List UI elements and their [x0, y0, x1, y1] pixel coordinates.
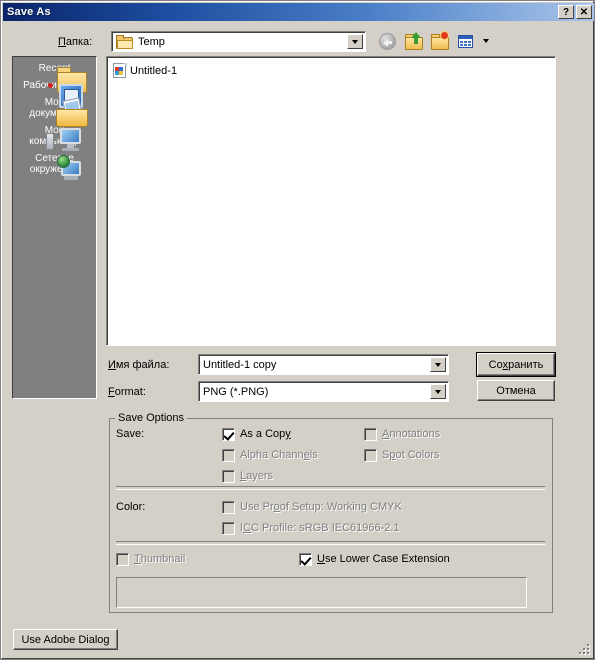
checkbox-label: Use Proof Setup: Working CMYK [240, 501, 402, 513]
sidebar-item-my-computer[interactable]: Мой компьютер [13, 123, 96, 151]
checkbox-box [222, 449, 235, 462]
close-button[interactable]: ✕ [576, 5, 592, 19]
chevron-down-icon [435, 362, 441, 367]
checkbox-label: ICC Profile: sRGB IEC61966-2.1 [240, 522, 400, 534]
list-item[interactable]: Untitled-1 [113, 63, 177, 79]
file-name-value: Untitled-1 copy [203, 358, 277, 371]
format-label: Format: [108, 386, 146, 398]
divider [116, 541, 545, 545]
title-bar-buttons: ? ✕ [558, 5, 592, 19]
dialog-title: Save As [7, 6, 51, 18]
divider [116, 486, 545, 490]
views-icon[interactable] [455, 30, 477, 52]
file-name: Untitled-1 [130, 65, 178, 77]
format-label-rest: ormat: [114, 386, 146, 398]
sidebar-item-my-documents[interactable]: Мои документы [13, 95, 96, 127]
chevron-down-icon [482, 39, 489, 43]
navigation-toolbar [377, 30, 490, 52]
checkbox-label: Annotations [382, 428, 441, 440]
cancel-button[interactable]: Отмена [477, 380, 555, 401]
views-dropdown-button[interactable] [481, 30, 490, 52]
chevron-down-icon [435, 389, 441, 394]
save-options-group-title: Save Options [115, 412, 188, 424]
use-adobe-dialog-button[interactable]: Use Adobe Dialog [13, 629, 118, 650]
sidebar-item-network-places[interactable]: Сетевое окружение [13, 151, 96, 180]
checkbox-box [299, 553, 312, 566]
checkbox-layers[interactable]: Layers [222, 470, 273, 483]
checkbox-box [364, 428, 377, 441]
save-button-label: Сохранить [488, 358, 544, 371]
chevron-down-icon [352, 39, 358, 44]
back-icon[interactable] [377, 30, 399, 52]
checkbox-label: Thumbnail [134, 553, 186, 565]
checkbox-label: Use Lower Case Extension [317, 553, 450, 565]
up-one-level-icon[interactable] [403, 30, 425, 52]
checkbox-label: Spot Colors [382, 449, 440, 461]
sidebar-item-label: Мой компьютер [29, 125, 80, 147]
file-list[interactable]: Untitled-1 [106, 56, 556, 346]
file-name-label-rest: мя файла: [115, 359, 170, 371]
save-section-label: Save: [116, 428, 145, 440]
use-adobe-dialog-label: Use Adobe Dialog [21, 633, 110, 646]
checkbox-label: Layers [240, 470, 274, 482]
checkbox-icc-profile[interactable]: ICC Profile: sRGB IEC61966-2.1 [222, 522, 400, 535]
file-name-dropdown-button[interactable] [430, 357, 446, 372]
look-in-dropdown-button[interactable] [347, 34, 363, 49]
title-bar[interactable]: Save As ? ✕ [3, 3, 594, 21]
save-button[interactable]: Сохранить [476, 352, 556, 377]
help-button[interactable]: ? [558, 5, 574, 19]
save-as-dialog: Save As ? ✕ Папка: Temp Recent Рабочий с… [0, 0, 595, 660]
sidebar-item-label: Сетевое окружение [29, 153, 80, 175]
look-in-value: Temp [138, 35, 165, 48]
sidebar-item-recent[interactable]: Recent [13, 61, 96, 93]
checkbox-label: As a Copy [240, 428, 291, 440]
checkbox-use-lower-case-extension[interactable]: Use Lower Case Extension [299, 553, 450, 566]
format-combobox[interactable]: PNG (*.PNG) [198, 381, 449, 402]
cancel-button-label: Отмена [496, 384, 536, 397]
file-name-input[interactable]: Untitled-1 copy [198, 354, 449, 375]
checkbox-box [222, 428, 235, 441]
checkbox-use-proof-setup[interactable]: Use Proof Setup: Working CMYK [222, 501, 402, 514]
checkbox-as-a-copy[interactable]: As a Copy [222, 428, 291, 441]
checkbox-box [222, 522, 235, 535]
file-name-label: Имя файла: [108, 359, 169, 371]
checkbox-annotations[interactable]: Annotations [364, 428, 440, 441]
look-in-label: Папка: [58, 36, 92, 48]
look-in-label-accel: П [58, 36, 66, 48]
color-section-label: Color: [116, 501, 146, 513]
format-dropdown-button[interactable] [430, 384, 446, 399]
checkbox-box [116, 553, 129, 566]
checkbox-alpha-channels[interactable]: Alpha Channels [222, 449, 318, 462]
look-in-label-rest: апка: [65, 36, 93, 48]
places-bar: Recent Рабочий стол Мои документы Мой ко… [12, 56, 97, 399]
new-folder-icon[interactable] [429, 30, 451, 52]
options-preview-panel [116, 577, 527, 608]
png-file-icon [113, 63, 127, 79]
file-name-label-accel: И [108, 359, 116, 371]
checkbox-label: Alpha Channels [240, 449, 318, 461]
resize-grip[interactable] [578, 643, 591, 656]
folder-icon [116, 35, 133, 49]
checkbox-spot-colors[interactable]: Spot Colors [364, 449, 440, 462]
checkbox-box [222, 470, 235, 483]
format-label-accel: F [108, 386, 115, 398]
checkbox-box [364, 449, 377, 462]
look-in-combobox[interactable]: Temp [111, 31, 366, 52]
format-value: PNG (*.PNG) [203, 385, 269, 398]
checkbox-thumbnail[interactable]: Thumbnail [116, 553, 185, 566]
checkbox-box [222, 501, 235, 514]
